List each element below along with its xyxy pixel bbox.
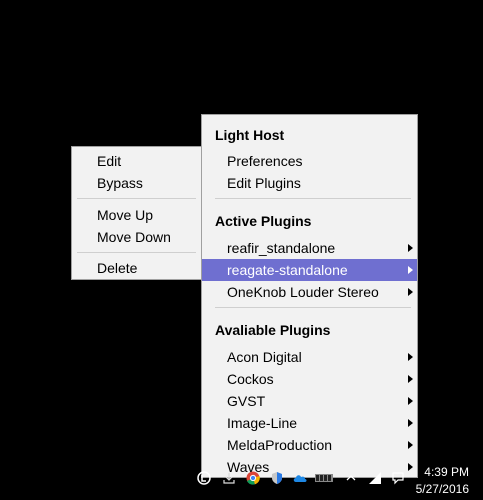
menu-item-label: Move Down [97,229,171,245]
menu-item-preferences[interactable]: Preferences [202,150,417,172]
submenu-arrow-icon [408,397,413,405]
menu-item-label: Acon Digital [227,349,302,365]
menu-item-move-down[interactable]: Move Down [72,226,201,248]
menu-item-cockos[interactable]: Cockos [202,368,417,390]
chevron-up-icon[interactable] [344,471,358,485]
menu-item-label: Bypass [97,175,143,191]
network-icon[interactable] [368,471,382,485]
menu-item-label: Move Up [97,207,154,223]
taskbar-date[interactable]: 5/27/2016 [416,482,469,496]
menu-item-label: MeldaProduction [227,437,333,453]
menu-item-label: Cockos [227,371,274,387]
menu-item-label: reagate-standalone [227,262,348,278]
menu-item-acon-digital[interactable]: Acon Digital [202,346,417,368]
download-icon[interactable] [222,471,236,485]
submenu-arrow-icon [408,288,413,296]
cloud-icon[interactable] [293,471,307,485]
menu-item-meldaproduction[interactable]: MeldaProduction [202,434,417,456]
battery-meter-icon[interactable] [314,471,334,485]
menu-item-image-line[interactable]: Image-Line [202,412,417,434]
menu-item-label: Image-Line [227,415,298,431]
menu-item-label: Preferences [227,153,303,169]
section-header-active-plugins: Active Plugins [215,213,312,229]
menu-item-label: Edit Plugins [227,175,301,191]
shield-icon[interactable] [270,471,284,485]
menu-item-reafir-standalone[interactable]: reafir_standalone [202,237,417,259]
menu-item-edit-plugins[interactable]: Edit Plugins [202,172,417,194]
chrome-icon[interactable] [246,471,260,485]
submenu-arrow-icon [408,463,413,471]
light-host-icon[interactable] [197,471,211,485]
submenu-arrow-icon [408,244,413,252]
notifications-icon[interactable] [391,471,405,485]
menu-item-move-up[interactable]: Move Up [72,204,201,226]
light-host-menu: Light Host Preferences Edit Plugins Acti… [201,114,418,478]
section-header-light-host: Light Host [215,127,285,143]
menu-item-label: GVST [227,393,266,409]
separator [215,307,411,308]
submenu-arrow-icon [408,353,413,361]
separator [77,252,196,253]
submenu-arrow-icon [408,419,413,427]
menu-item-label: Edit [97,153,122,169]
plugin-context-menu: Edit Bypass Move Up Move Down Delete [71,146,202,280]
menu-item-label: reafir_standalone [227,240,336,256]
separator [215,198,411,199]
menu-item-delete[interactable]: Delete [72,257,201,279]
submenu-arrow-icon [408,266,413,274]
menu-item-oneknob-louder-stereo[interactable]: OneKnob Louder Stereo [202,281,417,303]
submenu-arrow-icon [408,441,413,449]
menu-item-gvst[interactable]: GVST [202,390,417,412]
menu-item-edit[interactable]: Edit [72,150,201,172]
menu-item-label: Delete [97,260,138,276]
section-header-available-plugins: Avaliable Plugins [215,322,331,338]
separator [77,198,196,199]
taskbar-time[interactable]: 4:39 PM [424,465,469,479]
submenu-arrow-icon [408,375,413,383]
menu-item-label: OneKnob Louder Stereo [227,284,379,300]
menu-item-reagate-standalone[interactable]: reagate-standalone [202,259,417,281]
menu-item-bypass[interactable]: Bypass [72,172,201,194]
